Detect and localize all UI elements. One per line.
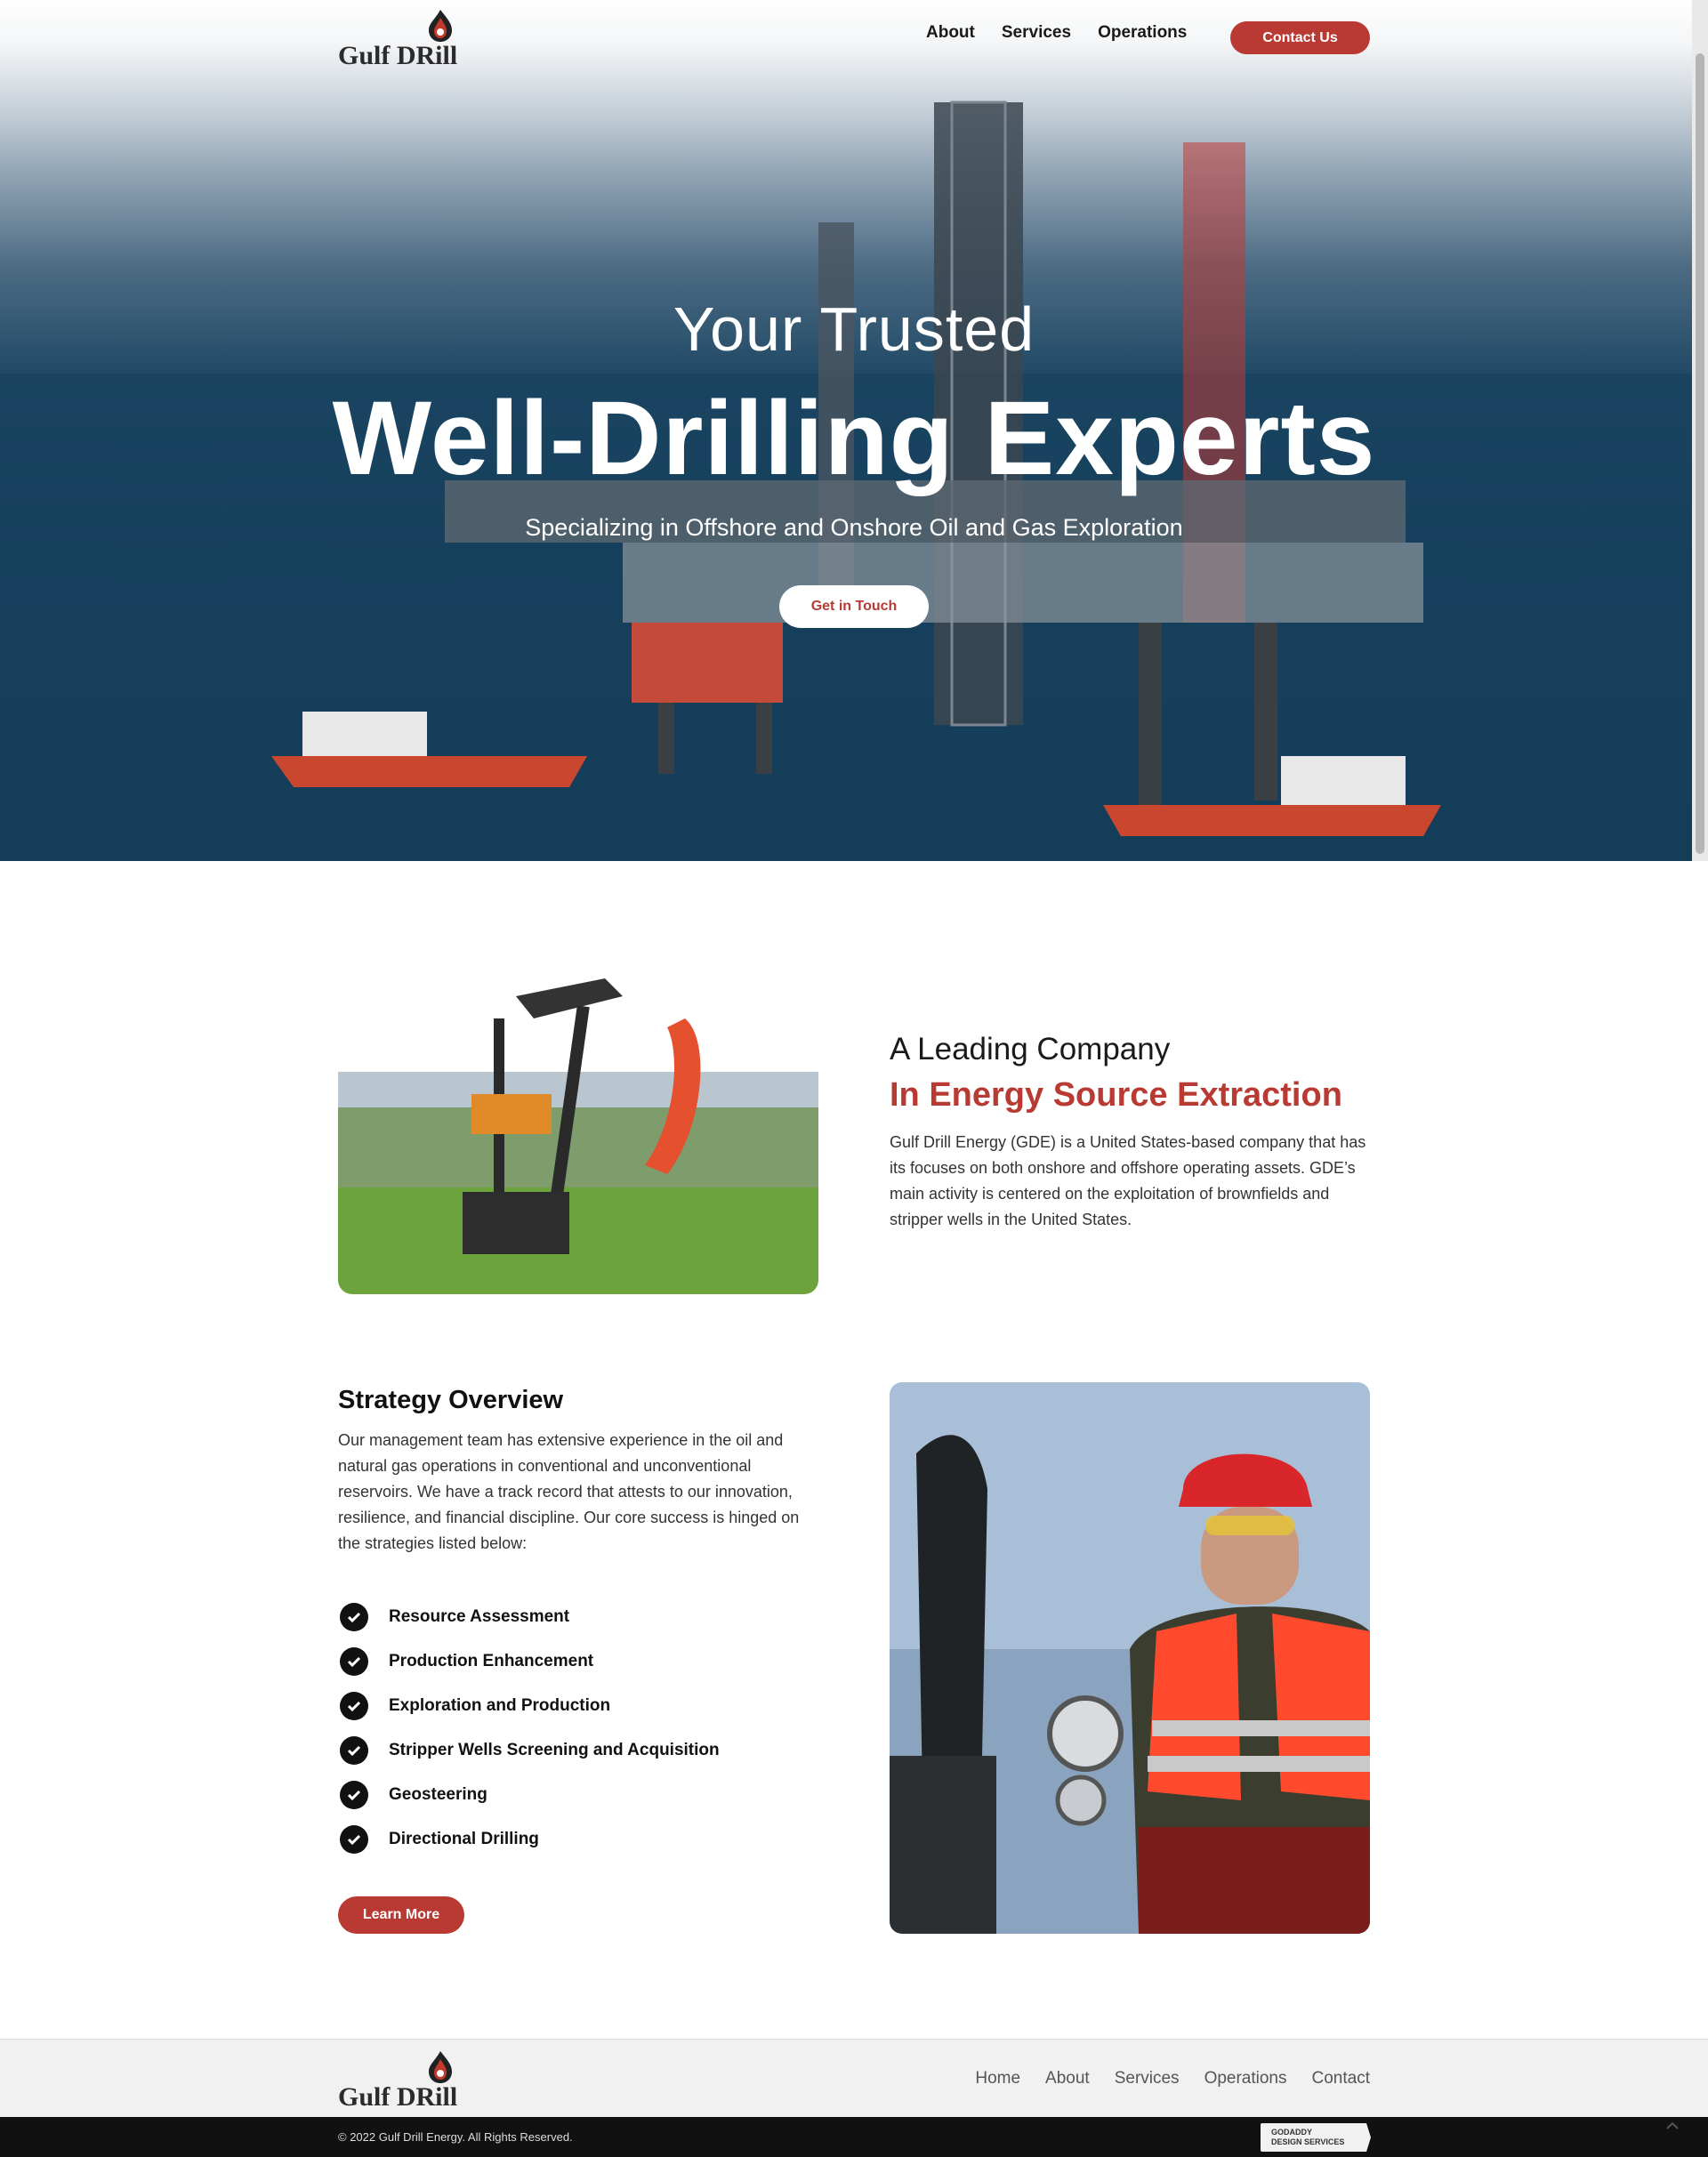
- nav-about[interactable]: About: [926, 23, 975, 43]
- badge-line2: DESIGN SERVICES: [1271, 2137, 1345, 2146]
- scrollbar[interactable]: [1692, 0, 1708, 861]
- list-item: Exploration and Production: [340, 1684, 720, 1728]
- hero-subtitle: Specializing in Offshore and Onshore Oil…: [525, 514, 1183, 541]
- list-item-label: Resource Assessment: [389, 1607, 570, 1626]
- logo-text: Gulf DRill: [338, 2082, 458, 2112]
- main-nav: About Services Operations: [926, 23, 1187, 43]
- godaddy-badge[interactable]: GODADDY DESIGN SERVICES: [1261, 2123, 1371, 2152]
- flame-icon: [429, 10, 452, 42]
- check-circle-icon: [340, 1736, 368, 1765]
- footer-nav-home[interactable]: Home: [975, 2069, 1020, 2089]
- check-circle-icon: [340, 1647, 368, 1676]
- footer-nav-services[interactable]: Services: [1115, 2069, 1180, 2089]
- check-circle-icon: [340, 1781, 368, 1809]
- check-circle-icon: [340, 1692, 368, 1720]
- check-circle-icon: [340, 1825, 368, 1854]
- hero-section: Gulf DRill About Services Operations Con…: [0, 0, 1692, 861]
- list-item: Directional Drilling: [340, 1817, 720, 1862]
- list-item: Production Enhancement: [340, 1639, 720, 1684]
- list-item: Geosteering: [340, 1773, 720, 1817]
- chevron-up-icon[interactable]: [1665, 2119, 1685, 2133]
- about-subheading: In Energy Source Extraction: [890, 1076, 1342, 1114]
- list-item-label: Exploration and Production: [389, 1696, 611, 1715]
- hero-title-line2: Well-Drilling Experts: [332, 380, 1376, 497]
- nav-services[interactable]: Services: [1002, 23, 1071, 43]
- list-item-label: Directional Drilling: [389, 1830, 539, 1848]
- nav-operations[interactable]: Operations: [1098, 23, 1187, 43]
- header-logo[interactable]: Gulf DRill: [338, 9, 471, 71]
- list-item: Resource Assessment: [340, 1595, 720, 1639]
- list-item: Stripper Wells Screening and Acquisition: [340, 1728, 720, 1773]
- badge-line1: GODADDY: [1271, 2128, 1313, 2137]
- footer-nav-about[interactable]: About: [1045, 2069, 1090, 2089]
- footer-nav: Home About Services Operations Contact: [975, 2069, 1370, 2089]
- scrollbar-thumb[interactable]: [1696, 53, 1704, 854]
- contact-us-button[interactable]: Contact Us: [1230, 21, 1370, 54]
- about-body: Gulf Drill Energy (GDE) is a United Stat…: [890, 1133, 1366, 1228]
- strategy-list: Resource Assessment Production Enhanceme…: [340, 1595, 720, 1862]
- check-circle-icon: [340, 1603, 368, 1631]
- copyright-bar: [0, 2117, 1708, 2157]
- list-item-label: Production Enhancement: [389, 1652, 594, 1670]
- get-in-touch-button[interactable]: Get in Touch: [779, 585, 929, 628]
- pumpjack-image: [338, 970, 818, 1294]
- footer-nav-contact[interactable]: Contact: [1312, 2069, 1370, 2089]
- footer-logo[interactable]: Gulf DRill: [338, 2050, 471, 2113]
- strategy-title: Strategy Overview: [338, 1386, 564, 1414]
- logo-text: Gulf DRill: [338, 41, 458, 70]
- about-heading: A Leading Company: [890, 1032, 1171, 1066]
- copyright-text: © 2022 Gulf Drill Energy. All Rights Res…: [338, 2130, 573, 2144]
- footer-nav-operations[interactable]: Operations: [1204, 2069, 1287, 2089]
- strategy-body: Our management team has extensive experi…: [338, 1431, 800, 1552]
- flame-icon: [429, 2051, 452, 2083]
- list-item-label: Geosteering: [389, 1785, 487, 1804]
- learn-more-button[interactable]: Learn More: [338, 1896, 464, 1934]
- hero-title-line1: Your Trusted: [673, 294, 1035, 364]
- worker-image: [890, 1382, 1370, 1934]
- list-item-label: Stripper Wells Screening and Acquisition: [389, 1741, 720, 1759]
- footer: Gulf DRill: [0, 2039, 1708, 2117]
